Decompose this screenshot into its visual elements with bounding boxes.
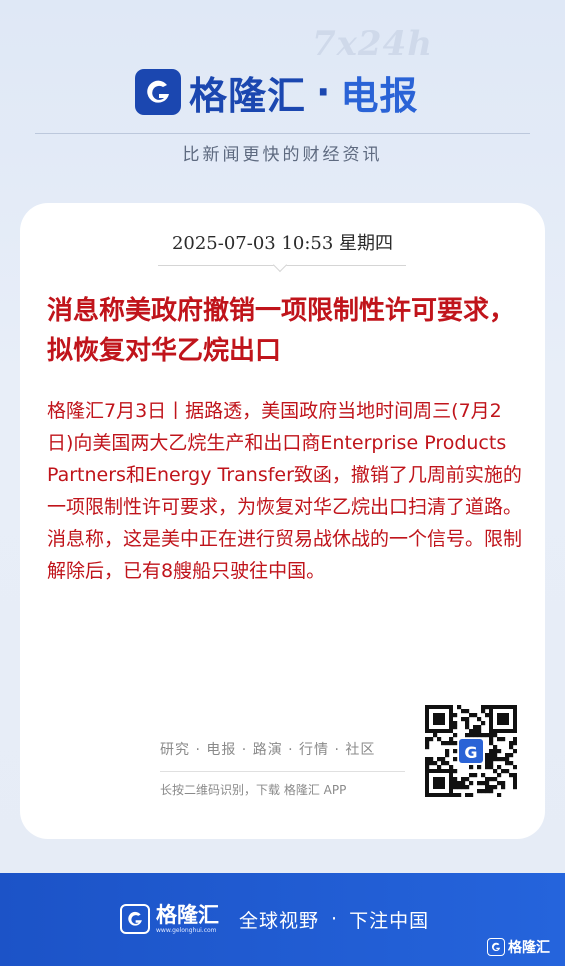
brand-separator-dot: · xyxy=(316,70,331,114)
corner-brand: 格隆汇 xyxy=(508,940,550,956)
bottom-banner: 格隆汇 www.gelonghui.com 全球视野 · 下注中国 xyxy=(0,873,565,966)
corner-watermark: 格隆汇 xyxy=(487,937,550,957)
brand-name: 格隆汇 xyxy=(189,73,307,118)
qr-download-hint: 长按二维码识别，下载 格隆汇 APP xyxy=(160,783,347,797)
publish-datetime: 2025-07-03 10:53 星期四 xyxy=(171,233,394,254)
poster-header: 7x24h 格隆汇 · 电报 比新闻更快的财经资讯 xyxy=(0,0,565,200)
news-headline: 消息称美政府撤销一项限制性许可要求，拟恢复对华乙烷出口 xyxy=(47,296,516,366)
banner-slogan-1: 全球视野 xyxy=(239,909,320,932)
watermark-7x24h: 7x24h xyxy=(312,24,433,64)
footer-section-links: 研究 · 电报 · 路演 · 行情 · 社区 xyxy=(160,742,376,758)
news-body: 格隆汇7月3日丨据路透，美国政府当地时间周三(7月2日)向美国两大乙烷生产和出口… xyxy=(47,400,523,582)
banner-url: www.gelonghui.com xyxy=(156,927,217,934)
news-card: 2025-07-03 10:53 星期四 消息称美政府撤销一项限制性许可要求，拟… xyxy=(20,203,545,839)
banner-slogan-dot: · xyxy=(331,908,338,930)
banner-slogan-2: 下注中国 xyxy=(349,909,430,932)
qr-code-icon[interactable]: G xyxy=(425,705,518,798)
brand-row: 格隆汇 · 电报 xyxy=(135,62,418,122)
svg-text:G: G xyxy=(464,743,477,762)
banner-brand-name: 格隆汇 xyxy=(156,903,219,927)
tagline: 比新闻更快的财经资讯 xyxy=(182,145,383,165)
datetime-notch xyxy=(272,257,288,273)
banner-content: 格隆汇 www.gelonghui.com 全球视野 · 下注中国 xyxy=(120,903,429,935)
header-divider xyxy=(35,133,530,134)
corner-logo-icon xyxy=(487,938,505,956)
banner-logo-icon xyxy=(120,904,150,934)
banner-brand: 格隆汇 www.gelonghui.com xyxy=(156,903,219,935)
gelonghui-logo-icon xyxy=(135,69,181,115)
footer-divider xyxy=(160,771,405,772)
brand-subtitle: 电报 xyxy=(340,73,419,118)
